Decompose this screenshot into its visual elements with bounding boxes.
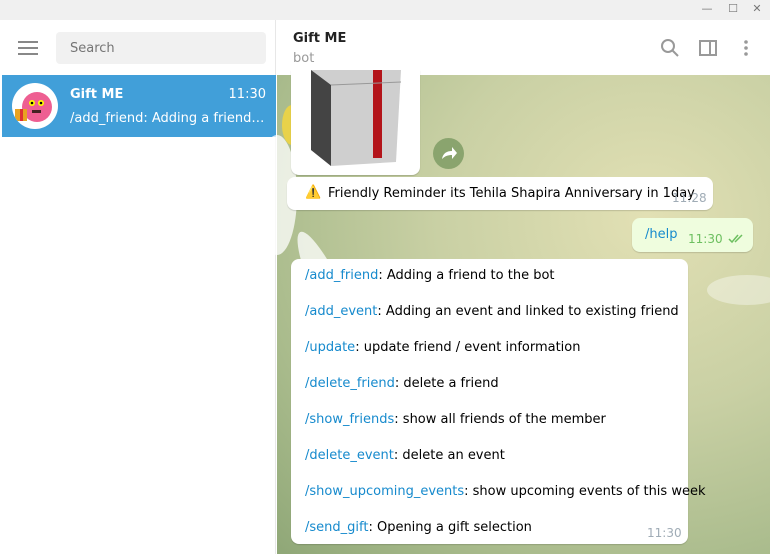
chat-title[interactable]: Gift ME [293, 31, 346, 46]
help-message: /add_friend: Adding a friend to the bot … [291, 259, 705, 544]
reminder-text: Friendly Reminder its Tehila Shapira Ann… [328, 186, 695, 201]
chat-subtitle: bot [293, 51, 315, 66]
help-line: /update: update friend / event informati… [305, 340, 581, 355]
warning-icon: ⚠️ [305, 185, 322, 200]
command-link[interactable]: /show_upcoming_events [305, 484, 464, 499]
command-link[interactable]: /update [305, 340, 355, 355]
help-line: /add_friend: Adding a friend to the bot [305, 268, 555, 283]
search-input[interactable] [56, 32, 266, 64]
message-time: 11:30 [647, 526, 682, 540]
avatar [12, 83, 58, 129]
share-arrow-icon [442, 147, 457, 159]
command-link[interactable]: /add_friend [305, 268, 378, 283]
message-time: 11:28 [672, 191, 707, 205]
command-description: : Opening a gift selection [368, 520, 532, 535]
command-link[interactable]: /delete_event [305, 448, 394, 463]
chat-header: Gift ME bot [277, 20, 770, 75]
help-line: /add_event: Adding an event and linked t… [305, 304, 679, 319]
chat-time: 11:30 [228, 87, 266, 102]
title-bar: — ☐ ✕ [0, 0, 770, 20]
chat-preview: /add_friend: Adding a friend to the bot [70, 111, 268, 126]
double-check-icon [728, 234, 743, 244]
help-command-link[interactable]: /help [645, 227, 677, 242]
gift-image-message[interactable] [291, 70, 420, 175]
gift-box-image [311, 70, 402, 166]
more-options-icon[interactable] [736, 38, 756, 58]
help-line: /send_gift: Opening a gift selection [305, 520, 532, 535]
close-button[interactable]: ✕ [749, 2, 765, 15]
help-line: /show_friends: show all friends of the m… [305, 412, 606, 427]
message-time: 11:30 [688, 232, 723, 246]
chat-name: Gift ME [70, 87, 124, 102]
help-line: /show_upcoming_events: show upcoming eve… [305, 484, 705, 499]
command-description: : Adding a friend to the bot [378, 268, 555, 283]
sidebar: Gift ME 11:30 /add_friend: Adding a frie… [2, 20, 276, 554]
reminder-message: ⚠️ Friendly Reminder its Tehila Shapira … [287, 177, 713, 210]
help-line: /delete_event: delete an event [305, 448, 505, 463]
minimize-button[interactable]: — [699, 2, 715, 15]
command-link[interactable]: /show_friends [305, 412, 394, 427]
maximize-button[interactable]: ☐ [725, 2, 741, 15]
command-description: : show upcoming events of this week [464, 484, 706, 499]
forward-button[interactable] [433, 138, 464, 169]
command-description: : delete an event [393, 448, 505, 463]
hamburger-menu-icon[interactable] [18, 41, 38, 55]
command-link[interactable]: /send_gift [305, 520, 368, 535]
command-link[interactable]: /add_event [305, 304, 377, 319]
outgoing-message: /help 11:30 [632, 218, 753, 252]
chat-list-item[interactable]: Gift ME 11:30 /add_friend: Adding a frie… [2, 75, 276, 137]
sidebar-toggle-icon[interactable] [698, 38, 718, 58]
command-description: : show all friends of the member [394, 412, 606, 427]
command-description: : Adding an event and linked to existing… [377, 304, 679, 319]
search-icon[interactable] [660, 38, 680, 58]
command-description: : delete a friend [394, 376, 499, 391]
command-description: : update friend / event information [355, 340, 581, 355]
command-link[interactable]: /delete_friend [305, 376, 395, 391]
help-line: /delete_friend: delete a friend [305, 376, 499, 391]
